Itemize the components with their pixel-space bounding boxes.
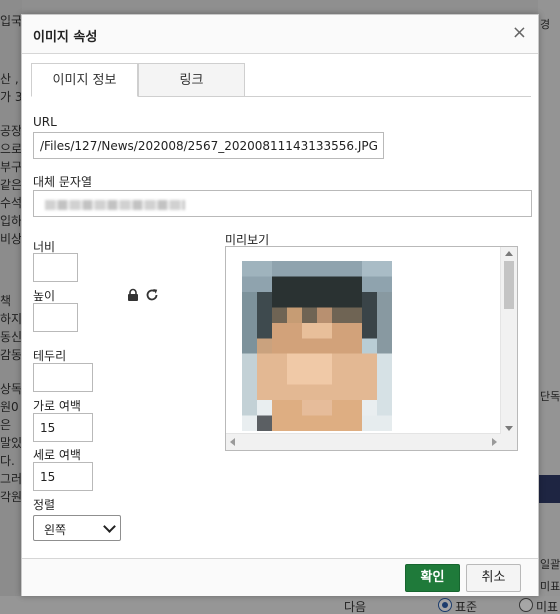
image-properties-dialog: 이미지 속성 × 이미지 정보 링크 URL 대체 문자열 너비 높이 테두리 … (21, 14, 539, 596)
preview-image (242, 261, 392, 431)
hspace-input[interactable] (33, 413, 93, 442)
border-input[interactable] (33, 363, 93, 392)
ok-button[interactable]: 확인 (405, 564, 460, 592)
alt-text-label: 대체 문자열 (33, 175, 93, 189)
cancel-button[interactable]: 취소 (466, 564, 521, 592)
refresh-icon[interactable] (145, 288, 159, 302)
tab-link[interactable]: 링크 (138, 63, 245, 97)
scroll-left-icon[interactable] (230, 438, 235, 446)
close-icon[interactable]: × (512, 23, 527, 43)
chevron-down-icon (103, 520, 116, 533)
alt-text-input[interactable] (33, 190, 532, 217)
vspace-input[interactable] (33, 462, 93, 491)
scrollbar-thumb[interactable] (504, 261, 514, 309)
preview-horizontal-scrollbar[interactable] (226, 433, 501, 450)
scroll-up-icon[interactable] (505, 251, 513, 256)
preview-box (225, 246, 518, 451)
border-label: 테두리 (33, 349, 67, 363)
scroll-down-icon[interactable] (505, 426, 513, 431)
url-input[interactable] (33, 132, 384, 159)
align-label: 정렬 (33, 498, 56, 512)
dialog-titlebar: 이미지 속성 × (22, 15, 538, 54)
lock-icon[interactable] (126, 288, 140, 302)
height-label: 높이 (33, 289, 56, 303)
blurred-alt-text (45, 200, 185, 210)
preview-vertical-scrollbar[interactable] (500, 247, 517, 435)
hspace-label: 가로 여백 (33, 399, 81, 413)
scrollbar-corner (501, 434, 517, 450)
url-label: URL (33, 115, 57, 129)
vspace-label: 세로 여백 (33, 448, 81, 462)
tab-image-info[interactable]: 이미지 정보 (31, 63, 138, 97)
width-input[interactable] (33, 253, 78, 282)
scroll-right-icon[interactable] (492, 438, 497, 446)
align-select-value: 왼쪽 (44, 523, 67, 537)
dialog-footer: 확인 취소 (22, 558, 538, 596)
dialog-title: 이미지 속성 (33, 30, 98, 45)
align-select[interactable]: 왼쪽 (33, 515, 121, 541)
height-input[interactable] (33, 303, 78, 332)
